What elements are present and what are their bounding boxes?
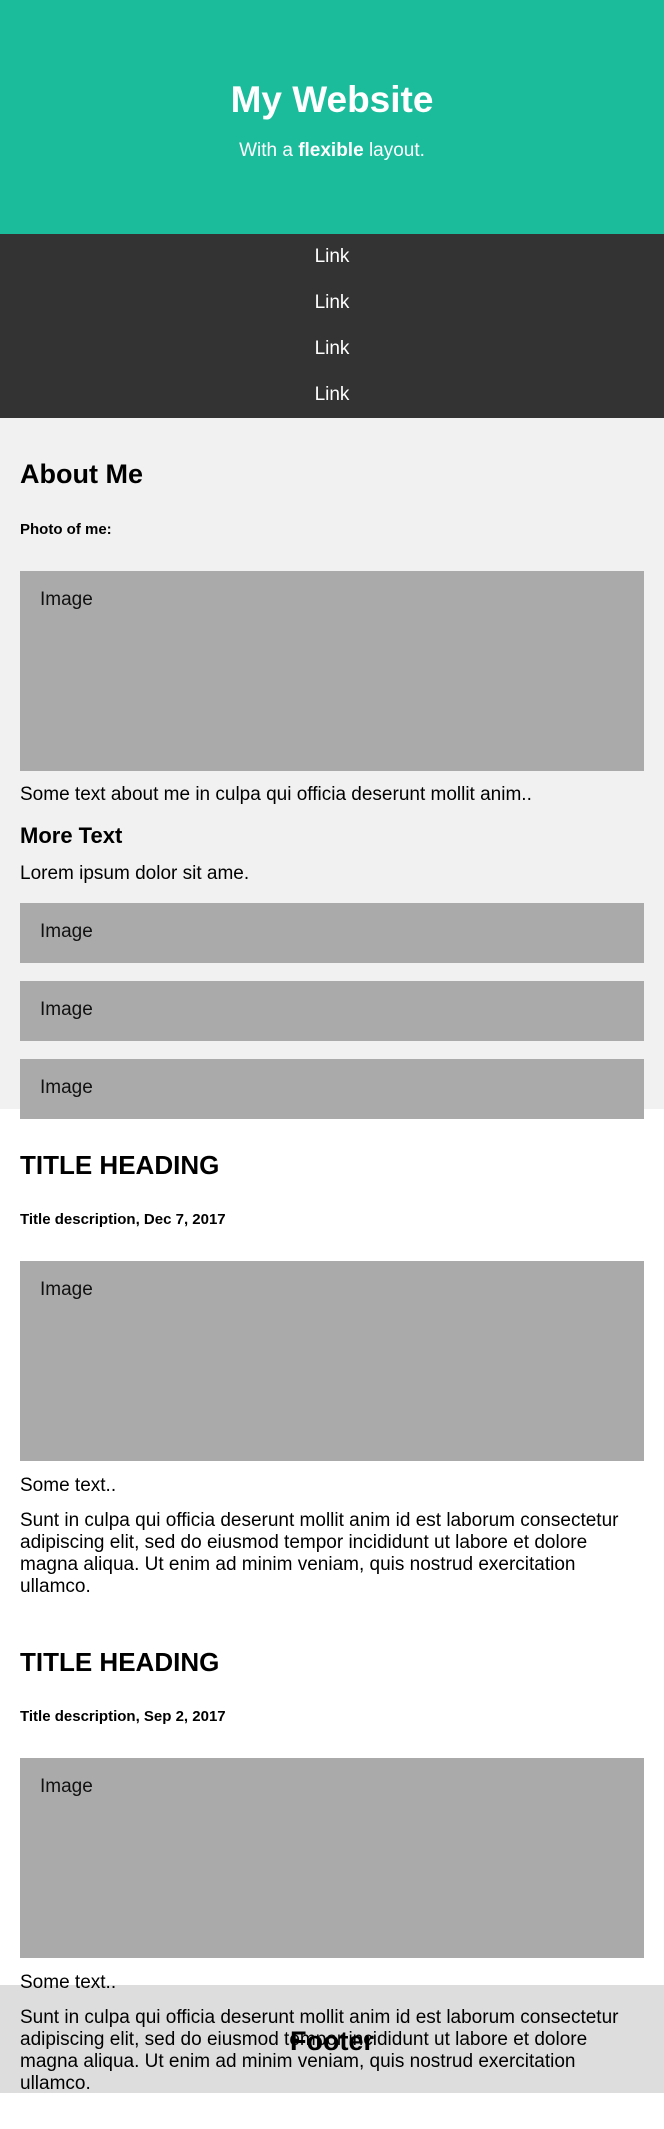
main-content: TITLE HEADING Title description, Dec 7, … [0, 1109, 664, 2094]
small-image-placeholder-1: Image [20, 903, 644, 963]
article-description: Title description, Dec 7, 2017 [20, 1211, 226, 1228]
nav-link-4[interactable]: Link [0, 372, 664, 418]
side-section: About Me Photo of me: Image Some text ab… [0, 418, 664, 1119]
article-long-text: Sunt in culpa qui officia deserunt molli… [20, 1510, 619, 1597]
article-image-placeholder: Image [20, 1261, 644, 1461]
about-text: Some text about me in culpa qui officia … [20, 784, 532, 805]
article-1: TITLE HEADING Title description, Dec 7, … [20, 1109, 644, 1598]
site-header: My Website With a flexible layout. [0, 0, 664, 234]
article-heading: TITLE HEADING [20, 1150, 220, 1180]
more-text-body: Lorem ipsum dolor sit ame. [20, 863, 250, 884]
subtitle-prefix: With a [239, 140, 299, 161]
article-heading: TITLE HEADING [20, 1647, 220, 1677]
site-title: My Website [230, 79, 434, 120]
navbar: Link Link Link Link [0, 234, 664, 418]
small-image-placeholder-2: Image [20, 981, 644, 1041]
article-description: Title description, Sep 2, 2017 [20, 1708, 226, 1725]
article-2: TITLE HEADING Title description, Sep 2, … [20, 1598, 644, 2095]
site-subtitle: With a flexible layout. [0, 140, 664, 162]
subtitle-suffix: layout. [363, 140, 425, 161]
nav-link-2[interactable]: Link [0, 280, 664, 326]
subtitle-bold: flexible [298, 140, 364, 161]
more-text-heading: More Text [20, 823, 123, 848]
nav-link-1[interactable]: Link [0, 234, 664, 280]
nav-link-3[interactable]: Link [0, 326, 664, 372]
article-short-text: Some text.. [20, 1475, 117, 1496]
about-heading: About Me [20, 459, 143, 489]
photo-label: Photo of me: [20, 521, 112, 538]
article-image-placeholder: Image [20, 1758, 644, 1958]
profile-image-placeholder: Image [20, 571, 644, 771]
